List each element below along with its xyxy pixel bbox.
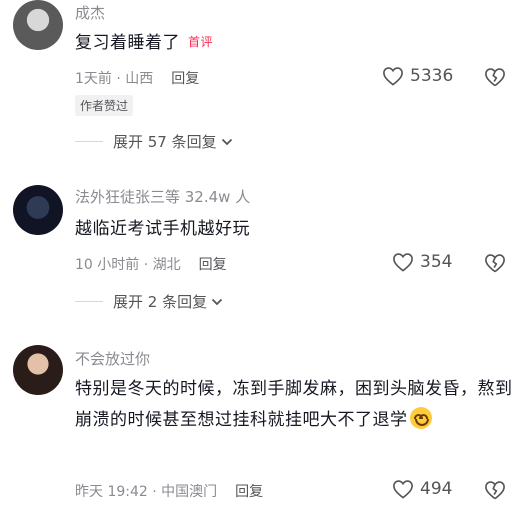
comment-content: 越临近考试手机越好玩	[75, 214, 515, 245]
divider	[75, 141, 103, 142]
like-count: 354	[420, 252, 453, 272]
broken-heart-icon[interactable]	[484, 253, 506, 273]
chevron-down-icon	[211, 293, 223, 311]
expand-replies-button[interactable]: 展开 2 条回复	[75, 291, 223, 312]
comment-time-location: 10 小时前 · 湖北	[75, 257, 181, 273]
expand-replies-label: 展开 57 条回复	[113, 133, 217, 151]
reply-button[interactable]: 回复	[171, 71, 199, 87]
comment-meta: 1天前 · 山西 回复	[75, 68, 199, 88]
avatar[interactable]	[13, 345, 63, 395]
like-button[interactable]: 494	[392, 479, 452, 499]
expand-replies-label: 展开 2 条回复	[113, 293, 208, 311]
heart-outline-icon	[382, 66, 404, 86]
comment-text: 特别是冬天的时候，冻到手脚发麻，困到头脑发昏，熬到崩溃的时候甚至想过挂科就挂吧大…	[75, 379, 513, 430]
comment-time-location: 1天前 · 山西	[75, 71, 154, 87]
first-comment-badge: 首评	[188, 35, 214, 49]
comment-text: 复习着睡着了	[75, 33, 180, 53]
author-liked-tag: 作者赞过	[75, 95, 134, 116]
comment-content: 特别是冬天的时候，冻到手脚发麻，困到头脑发昏，熬到崩溃的时候甚至想过挂科就挂吧大…	[75, 374, 515, 436]
like-count: 5336	[410, 66, 454, 86]
comment-meta: 昨天 19:42 · 中国澳门 回复	[75, 481, 263, 501]
avatar[interactable]	[13, 185, 63, 235]
divider	[75, 301, 103, 302]
broken-heart-icon[interactable]	[484, 480, 506, 500]
avatar[interactable]	[13, 0, 63, 50]
comment-content: 复习着睡着了 首评	[75, 28, 515, 59]
comment-author[interactable]: 法外狂徒张三等 32.4w 人	[75, 186, 250, 207]
comment-time-location: 昨天 19:42 · 中国澳门	[75, 484, 218, 500]
comment-text: 越临近考试手机越好玩	[75, 219, 250, 239]
like-button[interactable]: 5336	[382, 66, 453, 86]
like-count: 494	[420, 479, 453, 499]
comment-author[interactable]: 成杰	[75, 2, 105, 23]
chevron-down-icon	[221, 133, 233, 151]
expand-replies-button[interactable]: 展开 57 条回复	[75, 131, 233, 152]
comment-meta: 10 小时前 · 湖北 回复	[75, 254, 227, 274]
heart-outline-icon	[392, 479, 414, 499]
reply-button[interactable]: 回复	[235, 484, 263, 500]
like-button[interactable]: 354	[392, 252, 452, 272]
heart-outline-icon	[392, 252, 414, 272]
smiling-face-emoji	[409, 407, 432, 429]
reply-button[interactable]: 回复	[199, 257, 227, 273]
comment-author[interactable]: 不会放过你	[75, 348, 150, 369]
broken-heart-icon[interactable]	[484, 67, 506, 87]
